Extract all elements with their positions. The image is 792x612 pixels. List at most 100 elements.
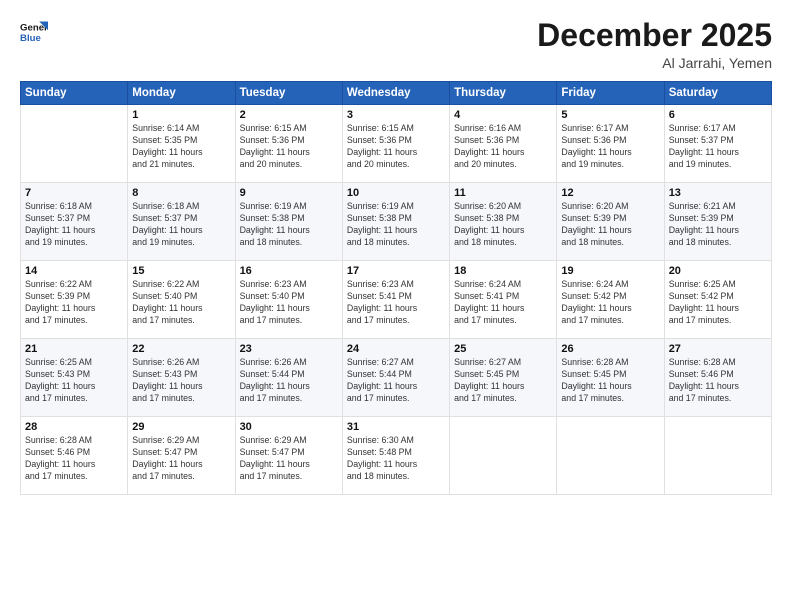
day-number: 28 <box>25 421 123 433</box>
header-cell-thursday: Thursday <box>450 82 557 105</box>
calendar-cell: 21 Sunrise: 6:25 AMSunset: 5:43 PMDayligh… <box>21 339 128 417</box>
cell-info: Sunrise: 6:25 AMSunset: 5:43 PMDaylight:… <box>25 357 123 405</box>
logo-icon: General Blue <box>20 18 48 46</box>
header-cell-saturday: Saturday <box>664 82 771 105</box>
cell-info: Sunrise: 6:19 AMSunset: 5:38 PMDaylight:… <box>347 201 445 249</box>
cell-info: Sunrise: 6:28 AMSunset: 5:46 PMDaylight:… <box>25 435 123 483</box>
calendar-cell: 18 Sunrise: 6:24 AMSunset: 5:41 PMDayligh… <box>450 261 557 339</box>
cell-info: Sunrise: 6:30 AMSunset: 5:48 PMDaylight:… <box>347 435 445 483</box>
cell-info: Sunrise: 6:18 AMSunset: 5:37 PMDaylight:… <box>25 201 123 249</box>
header: General Blue December 2025 Al Jarrahi, Y… <box>20 18 772 71</box>
day-number: 9 <box>240 187 338 199</box>
header-cell-tuesday: Tuesday <box>235 82 342 105</box>
calendar-cell: 7 Sunrise: 6:18 AMSunset: 5:37 PMDaylight… <box>21 183 128 261</box>
cell-info: Sunrise: 6:23 AMSunset: 5:40 PMDaylight:… <box>240 279 338 327</box>
calendar-cell: 14 Sunrise: 6:22 AMSunset: 5:39 PMDayligh… <box>21 261 128 339</box>
calendar-cell: 30Sunrise: 6:29 AMSunset: 5:47 PMDayligh… <box>235 417 342 495</box>
day-number: 11 <box>454 187 552 199</box>
cell-info: Sunrise: 6:27 AMSunset: 5:45 PMDaylight:… <box>454 357 552 405</box>
calendar-cell: 13Sunrise: 6:21 AMSunset: 5:39 PMDayligh… <box>664 183 771 261</box>
cell-info: Sunrise: 6:26 AMSunset: 5:44 PMDaylight:… <box>240 357 338 405</box>
calendar-cell: 20 Sunrise: 6:25 AMSunset: 5:42 PMDayligh… <box>664 261 771 339</box>
calendar-cell: 17 Sunrise: 6:23 AMSunset: 5:41 PMDayligh… <box>342 261 449 339</box>
svg-text:Blue: Blue <box>20 33 41 44</box>
calendar-week-2: 7 Sunrise: 6:18 AMSunset: 5:37 PMDaylight… <box>21 183 772 261</box>
calendar-cell <box>557 417 664 495</box>
day-number: 2 <box>240 109 338 121</box>
cell-info: Sunrise: 6:28 AMSunset: 5:46 PMDaylight:… <box>669 357 767 405</box>
location-subtitle: Al Jarrahi, Yemen <box>537 55 772 71</box>
day-number: 18 <box>454 265 552 277</box>
calendar-cell: 25 Sunrise: 6:27 AMSunset: 5:45 PMDayligh… <box>450 339 557 417</box>
cell-info: Sunrise: 6:22 AMSunset: 5:39 PMDaylight:… <box>25 279 123 327</box>
page: General Blue December 2025 Al Jarrahi, Y… <box>0 0 792 612</box>
day-number: 23 <box>240 343 338 355</box>
day-number: 12 <box>561 187 659 199</box>
header-cell-friday: Friday <box>557 82 664 105</box>
cell-info: Sunrise: 6:27 AMSunset: 5:44 PMDaylight:… <box>347 357 445 405</box>
cell-info: Sunrise: 6:20 AMSunset: 5:38 PMDaylight:… <box>454 201 552 249</box>
calendar-cell: 6 Sunrise: 6:17 AMSunset: 5:37 PMDaylight… <box>664 105 771 183</box>
day-number: 7 <box>25 187 123 199</box>
calendar-cell: 9 Sunrise: 6:19 AMSunset: 5:38 PMDaylight… <box>235 183 342 261</box>
header-cell-wednesday: Wednesday <box>342 82 449 105</box>
calendar-header-row: SundayMondayTuesdayWednesdayThursdayFrid… <box>21 82 772 105</box>
cell-info: Sunrise: 6:14 AMSunset: 5:35 PMDaylight:… <box>132 123 230 171</box>
calendar-cell: 11 Sunrise: 6:20 AMSunset: 5:38 PMDayligh… <box>450 183 557 261</box>
day-number: 25 <box>454 343 552 355</box>
day-number: 22 <box>132 343 230 355</box>
day-number: 8 <box>132 187 230 199</box>
calendar-cell: 31Sunrise: 6:30 AMSunset: 5:48 PMDayligh… <box>342 417 449 495</box>
calendar-cell: 19 Sunrise: 6:24 AMSunset: 5:42 PMDayligh… <box>557 261 664 339</box>
calendar-cell: 24Sunrise: 6:27 AMSunset: 5:44 PMDayligh… <box>342 339 449 417</box>
cell-info: Sunrise: 6:28 AMSunset: 5:45 PMDaylight:… <box>561 357 659 405</box>
day-number: 10 <box>347 187 445 199</box>
logo: General Blue <box>20 18 48 46</box>
cell-info: Sunrise: 6:23 AMSunset: 5:41 PMDaylight:… <box>347 279 445 327</box>
calendar-week-3: 14 Sunrise: 6:22 AMSunset: 5:39 PMDayligh… <box>21 261 772 339</box>
calendar-cell: 23 Sunrise: 6:26 AMSunset: 5:44 PMDayligh… <box>235 339 342 417</box>
calendar-cell: 10 Sunrise: 6:19 AMSunset: 5:38 PMDayligh… <box>342 183 449 261</box>
cell-info: Sunrise: 6:25 AMSunset: 5:42 PMDaylight:… <box>669 279 767 327</box>
calendar-week-4: 21 Sunrise: 6:25 AMSunset: 5:43 PMDayligh… <box>21 339 772 417</box>
calendar-cell: 27 Sunrise: 6:28 AMSunset: 5:46 PMDayligh… <box>664 339 771 417</box>
cell-info: Sunrise: 6:29 AMSunset: 5:47 PMDaylight:… <box>132 435 230 483</box>
day-number: 14 <box>25 265 123 277</box>
cell-info: Sunrise: 6:15 AMSunset: 5:36 PMDaylight:… <box>240 123 338 171</box>
cell-info: Sunrise: 6:19 AMSunset: 5:38 PMDaylight:… <box>240 201 338 249</box>
cell-info: Sunrise: 6:26 AMSunset: 5:43 PMDaylight:… <box>132 357 230 405</box>
day-number: 13 <box>669 187 767 199</box>
calendar-cell: 5 Sunrise: 6:17 AMSunset: 5:36 PMDaylight… <box>557 105 664 183</box>
header-cell-sunday: Sunday <box>21 82 128 105</box>
cell-info: Sunrise: 6:24 AMSunset: 5:42 PMDaylight:… <box>561 279 659 327</box>
day-number: 15 <box>132 265 230 277</box>
calendar-cell: 2 Sunrise: 6:15 AMSunset: 5:36 PMDaylight… <box>235 105 342 183</box>
day-number: 3 <box>347 109 445 121</box>
title-block: December 2025 Al Jarrahi, Yemen <box>537 18 772 71</box>
day-number: 17 <box>347 265 445 277</box>
calendar-table: SundayMondayTuesdayWednesdayThursdayFrid… <box>20 81 772 495</box>
cell-info: Sunrise: 6:22 AMSunset: 5:40 PMDaylight:… <box>132 279 230 327</box>
day-number: 27 <box>669 343 767 355</box>
cell-info: Sunrise: 6:17 AMSunset: 5:36 PMDaylight:… <box>561 123 659 171</box>
calendar-cell: 28 Sunrise: 6:28 AMSunset: 5:46 PMDayligh… <box>21 417 128 495</box>
day-number: 19 <box>561 265 659 277</box>
day-number: 20 <box>669 265 767 277</box>
calendar-cell <box>664 417 771 495</box>
calendar-cell: 3Sunrise: 6:15 AMSunset: 5:36 PMDaylight… <box>342 105 449 183</box>
day-number: 21 <box>25 343 123 355</box>
day-number: 30 <box>240 421 338 433</box>
calendar-cell: 8Sunrise: 6:18 AMSunset: 5:37 PMDaylight… <box>128 183 235 261</box>
calendar-week-1: 1Sunrise: 6:14 AMSunset: 5:35 PMDaylight… <box>21 105 772 183</box>
calendar-cell: 1Sunrise: 6:14 AMSunset: 5:35 PMDaylight… <box>128 105 235 183</box>
day-number: 6 <box>669 109 767 121</box>
calendar-cell: 4Sunrise: 6:16 AMSunset: 5:36 PMDaylight… <box>450 105 557 183</box>
calendar-cell: 22 Sunrise: 6:26 AMSunset: 5:43 PMDayligh… <box>128 339 235 417</box>
cell-info: Sunrise: 6:17 AMSunset: 5:37 PMDaylight:… <box>669 123 767 171</box>
day-number: 5 <box>561 109 659 121</box>
day-number: 26 <box>561 343 659 355</box>
calendar-week-5: 28 Sunrise: 6:28 AMSunset: 5:46 PMDayligh… <box>21 417 772 495</box>
cell-info: Sunrise: 6:24 AMSunset: 5:41 PMDaylight:… <box>454 279 552 327</box>
calendar-cell: 15 Sunrise: 6:22 AMSunset: 5:40 PMDayligh… <box>128 261 235 339</box>
cell-info: Sunrise: 6:16 AMSunset: 5:36 PMDaylight:… <box>454 123 552 171</box>
